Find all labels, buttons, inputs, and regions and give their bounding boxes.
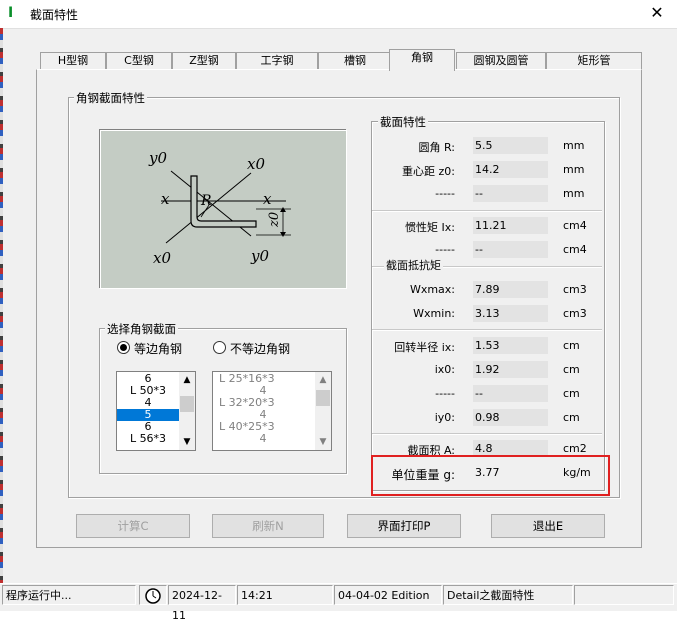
- property-label: iy0:: [435, 411, 455, 424]
- tab-c-steel[interactable]: C型钢: [106, 52, 172, 70]
- clock-icon: [139, 585, 167, 605]
- label-r: R: [200, 193, 212, 209]
- property-unit: cm: [563, 387, 580, 400]
- tab-round-steel[interactable]: 圆钢及圆管: [456, 52, 546, 70]
- calculate-button[interactable]: 计算C: [76, 514, 190, 538]
- label-x0-top: x0: [247, 155, 265, 173]
- angle-section-drawing: y0 x0 x R x z0 x0 y0: [101, 131, 346, 288]
- unequal-list-item[interactable]: 4: [213, 433, 313, 445]
- unequal-list-scrollbar[interactable]: ▲ ▼: [315, 372, 331, 450]
- section-properties-title: 截面特性: [378, 114, 428, 130]
- select-section-group-title: 选择角钢截面: [105, 321, 178, 337]
- property-label: ix0:: [435, 363, 455, 376]
- property-value: 11.21: [473, 217, 548, 234]
- title-bar: I 截面特性 ✕: [0, 0, 677, 29]
- property-value: 1.53: [473, 337, 548, 354]
- property-label: Wxmax:: [410, 283, 455, 296]
- label-x0-bottom: x0: [153, 249, 171, 267]
- property-value: 1.92: [473, 361, 548, 378]
- property-label: 惯性矩 Ix:: [405, 219, 455, 235]
- divider: [372, 433, 602, 435]
- label-x-right: x: [263, 190, 272, 208]
- status-date: 2024-12-11: [168, 585, 236, 605]
- property-unit: cm4: [563, 243, 587, 256]
- property-label: 重心距 z0:: [402, 163, 455, 179]
- property-unit: cm: [563, 363, 580, 376]
- radio-equal-angle-label: 等边角钢: [134, 340, 182, 357]
- tab-angle-steel[interactable]: 角钢: [389, 49, 455, 71]
- tab-i-beam[interactable]: 工字钢: [236, 52, 318, 70]
- property-unit: cm3: [563, 283, 587, 296]
- exit-button[interactable]: 退出E: [491, 514, 605, 538]
- property-value: 3.13: [473, 305, 548, 322]
- tab-z-steel[interactable]: Z型钢: [172, 52, 236, 70]
- dialog-window: I 截面特性 ✕ H型钢 C型钢 Z型钢 工字钢 槽钢 角钢 圆钢及圆管 矩形管…: [0, 0, 677, 610]
- property-unit: cm3: [563, 307, 587, 320]
- property-label: Wxmin:: [413, 307, 455, 320]
- property-unit: mm: [563, 187, 584, 200]
- label-y0-top: y0: [148, 149, 167, 167]
- divider: [372, 329, 602, 331]
- section-modulus-caption: 截面抵抗矩: [384, 257, 443, 273]
- tab-rect-tube[interactable]: 矩形管: [546, 52, 642, 70]
- label-z0: z0: [267, 212, 282, 228]
- radio-unequal-angle-label: 不等边角钢: [230, 340, 290, 357]
- equal-list-item[interactable]: L 56*3: [117, 433, 179, 445]
- status-running: 程序运行中...: [2, 585, 136, 605]
- label-x-left: x: [161, 190, 170, 208]
- property-label: -----: [435, 187, 455, 200]
- highlight-box: [371, 455, 610, 496]
- property-label: -----: [435, 387, 455, 400]
- property-unit: cm: [563, 339, 580, 352]
- property-value: --: [473, 385, 548, 402]
- property-value: 5.5: [473, 137, 548, 154]
- background-strip: [0, 28, 3, 588]
- close-icon[interactable]: ✕: [647, 3, 667, 22]
- property-unit: mm: [563, 163, 584, 176]
- property-value: 0.98: [473, 409, 548, 426]
- divider: [372, 210, 602, 212]
- section-diagram: y0 x0 x R x z0 x0 y0: [100, 130, 347, 289]
- app-icon: I: [8, 6, 20, 20]
- equal-list-scrollbar[interactable]: ▲ ▼: [179, 372, 195, 450]
- status-edition: 04-04-02 Edition: [334, 585, 442, 605]
- property-value: --: [473, 185, 548, 202]
- equal-angle-list[interactable]: 6L 50*3456L 56*3 ▲ ▼: [116, 371, 196, 451]
- scroll-thumb[interactable]: [316, 390, 330, 406]
- status-empty: [574, 585, 674, 605]
- unequal-angle-list[interactable]: L 25*16*34L 32*20*34L 40*25*34 ▲ ▼: [212, 371, 332, 451]
- tab-channel[interactable]: 槽钢: [318, 52, 392, 70]
- angle-section-group-title: 角钢截面特性: [74, 90, 147, 106]
- refresh-button[interactable]: 刷新N: [212, 514, 324, 538]
- property-unit: cm: [563, 411, 580, 424]
- status-module: Detail之截面特性: [443, 585, 573, 605]
- property-value: --: [473, 241, 548, 258]
- tab-h-steel[interactable]: H型钢: [40, 52, 106, 70]
- scroll-thumb[interactable]: [180, 396, 194, 412]
- scroll-down-icon[interactable]: ▼: [179, 434, 195, 450]
- property-value: 14.2: [473, 161, 548, 178]
- scroll-up-icon[interactable]: ▲: [179, 372, 195, 388]
- radio-unequal-angle[interactable]: [213, 341, 226, 354]
- radio-equal-angle[interactable]: [117, 341, 130, 354]
- window-title: 截面特性: [30, 6, 78, 23]
- property-unit: mm: [563, 139, 584, 152]
- status-time: 14:21: [237, 585, 333, 605]
- property-unit: cm4: [563, 219, 587, 232]
- property-label: 圆角 R:: [418, 139, 455, 155]
- label-y0-bottom: y0: [250, 247, 269, 265]
- property-label: -----: [435, 243, 455, 256]
- property-value: 7.89: [473, 281, 548, 298]
- print-button[interactable]: 界面打印P: [347, 514, 461, 538]
- scroll-down-icon[interactable]: ▼: [315, 434, 331, 450]
- property-label: 回转半径 ix:: [394, 339, 455, 355]
- property-unit: cm2: [563, 442, 587, 455]
- scroll-up-icon[interactable]: ▲: [315, 372, 331, 388]
